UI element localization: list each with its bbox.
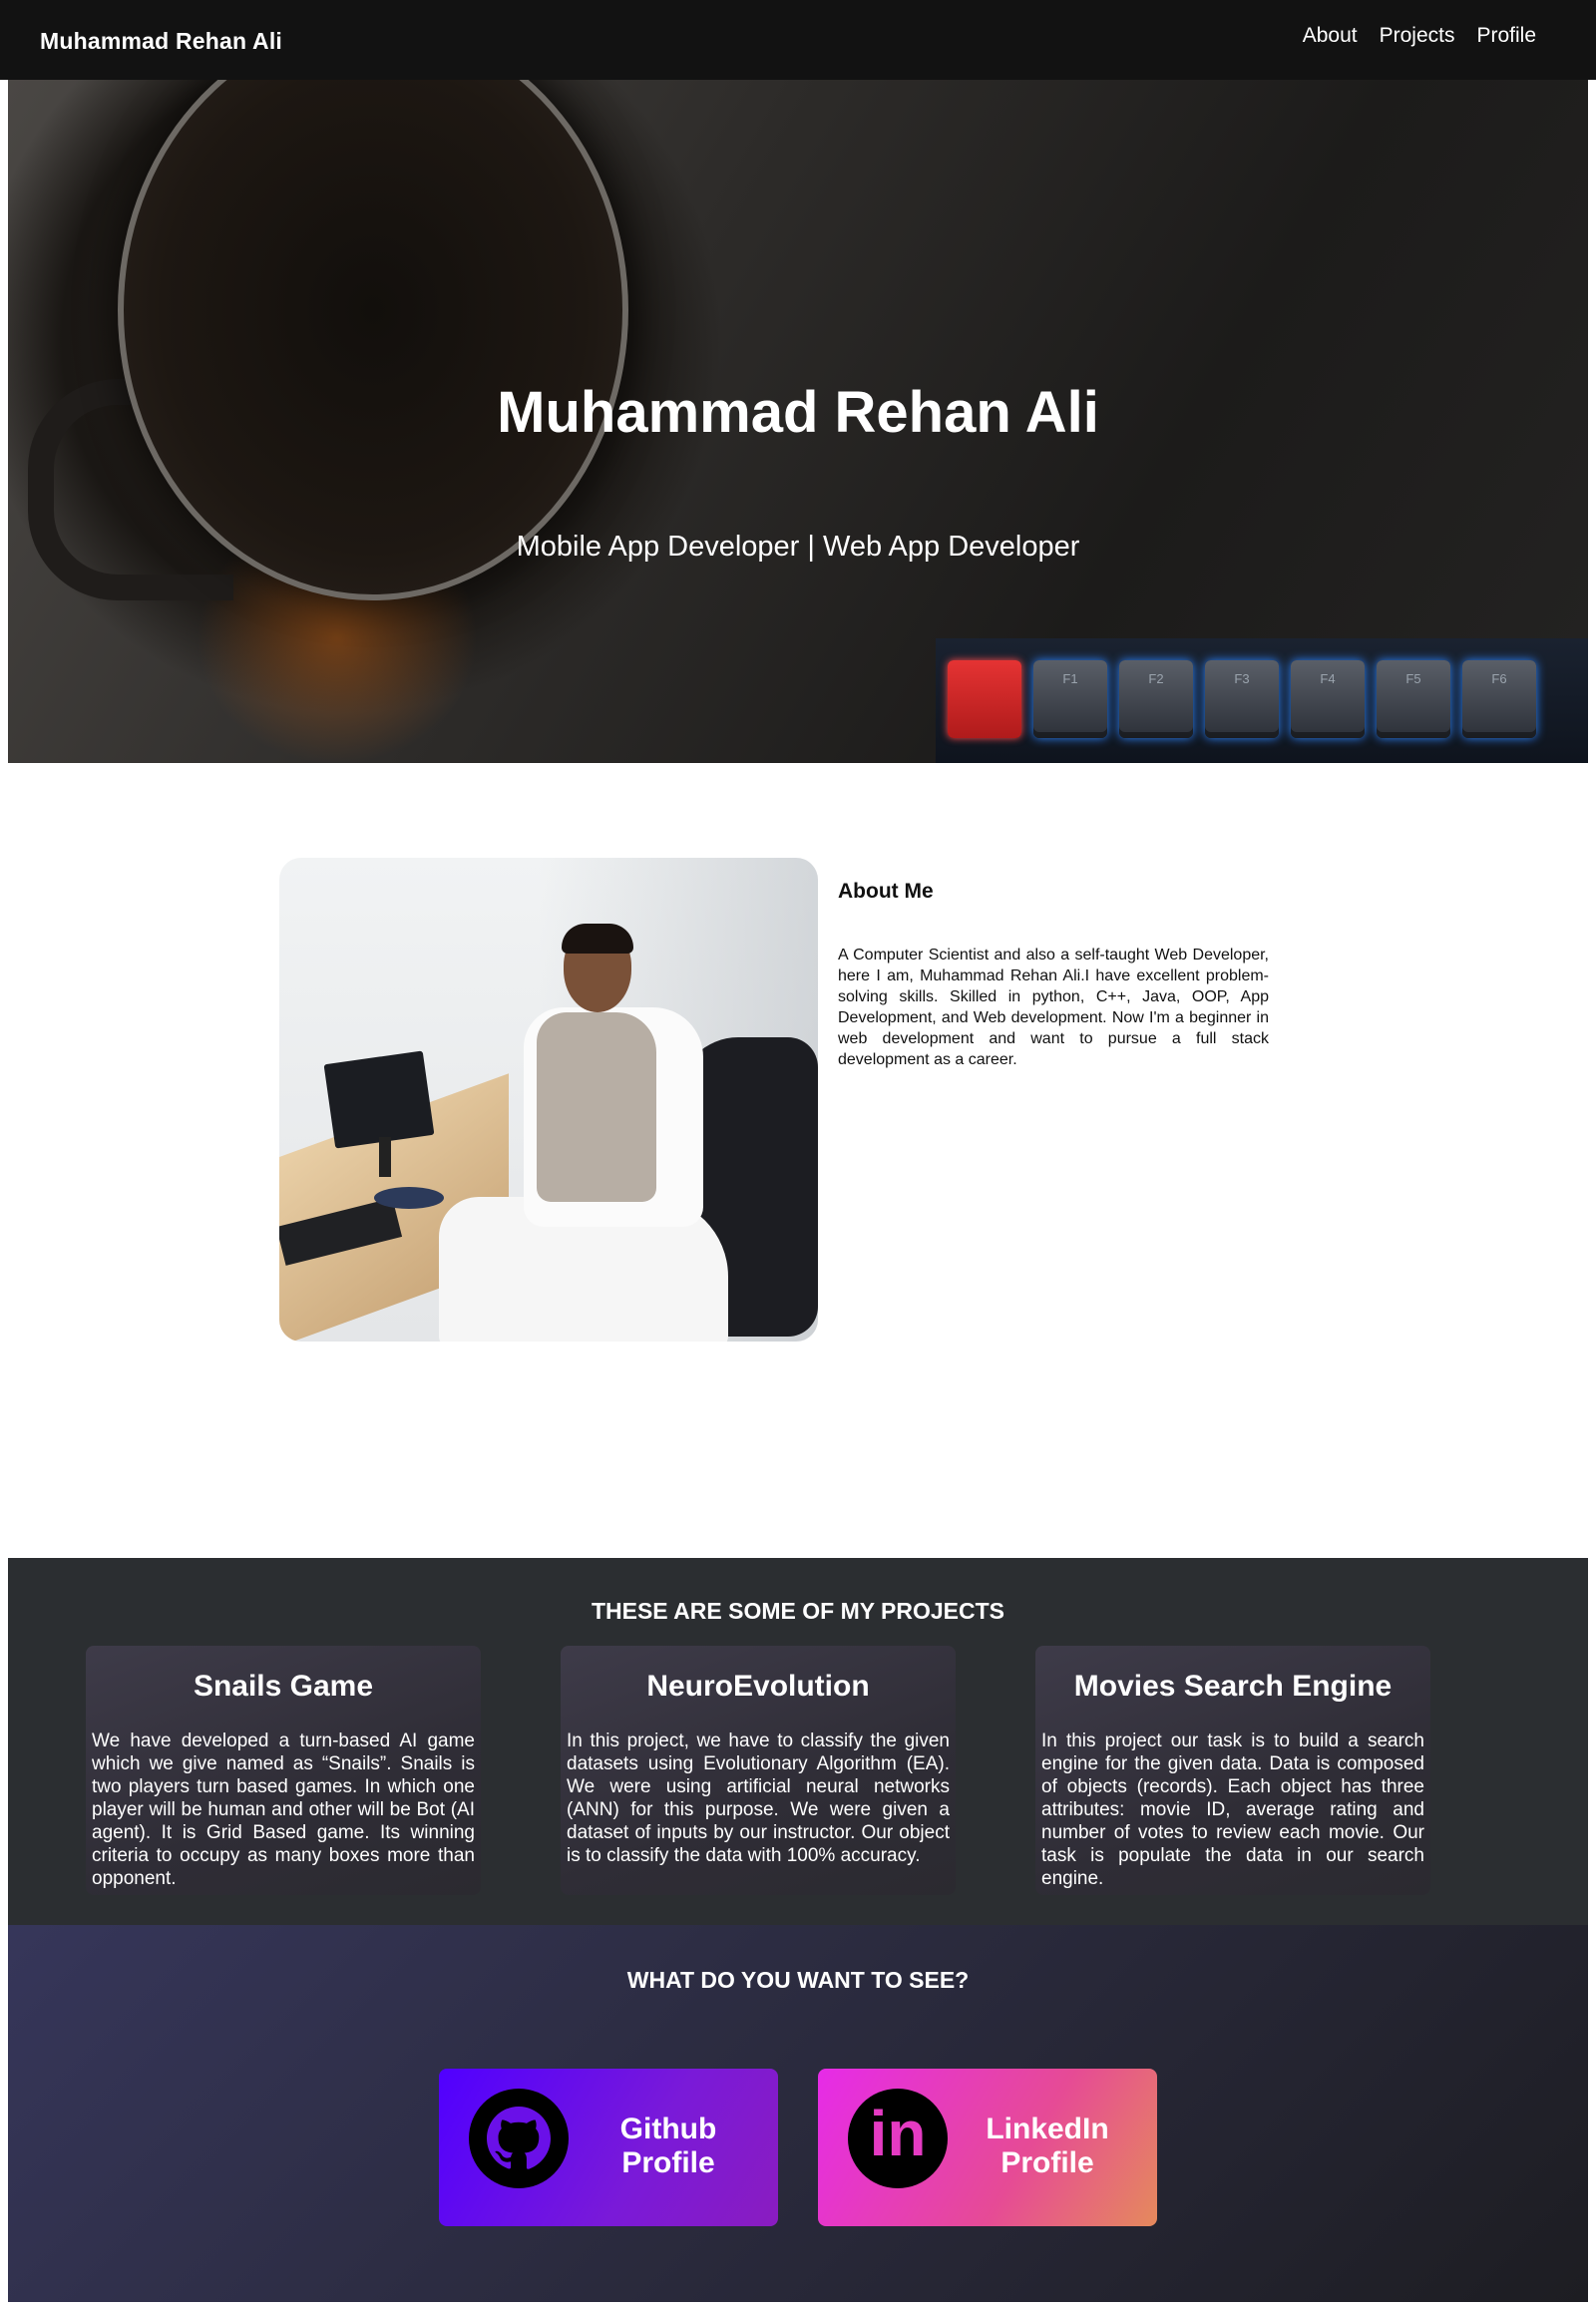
projects-section: THESE ARE SOME OF MY PROJECTS Snails Gam…: [8, 1558, 1588, 1925]
photo-monitor: [323, 1050, 435, 1149]
project-card: NeuroEvolution In this project, we have …: [561, 1646, 956, 1895]
github-button-label: Github Profile: [589, 2113, 748, 2180]
project-card-title: Movies Search Engine: [1073, 1670, 1393, 1703]
keyboard-key: F2: [1119, 660, 1193, 738]
profile-photo: [279, 858, 818, 1342]
keyboard-key: F6: [1462, 660, 1536, 738]
github-label-line2: Profile: [621, 2146, 715, 2179]
navbar: Muhammad Rehan Ali About Projects Profil…: [0, 0, 1596, 80]
photo-person-hair: [562, 924, 633, 954]
about-text: A Computer Scientist and also a self-tau…: [838, 947, 1269, 1068]
linkedin-profile-button[interactable]: in LinkedIn Profile: [818, 2069, 1157, 2226]
github-label-line1: Github: [619, 2113, 717, 2145]
nav-link-projects[interactable]: Projects: [1380, 24, 1455, 48]
keyboard-key: F3: [1205, 660, 1279, 738]
keyboard-key: F4: [1291, 660, 1365, 738]
project-card: Snails Game We have developed a turn-bas…: [86, 1646, 481, 1895]
hero-title: Muhammad Rehan Ali: [497, 380, 1099, 445]
github-icon: [469, 2089, 569, 2188]
linkedin-label-line1: LinkedIn: [986, 2113, 1109, 2145]
keyboard-key: F1: [1033, 660, 1107, 738]
profiles-heading: WHAT DO YOU WANT TO SEE?: [626, 1967, 970, 1993]
hero-subtitle: Mobile App Developer | Web App Developer: [516, 531, 1080, 563]
project-card-title: Snails Game: [193, 1670, 374, 1703]
profiles-section: WHAT DO YOU WANT TO SEE? Github Profile …: [8, 1925, 1588, 2302]
nav-link-about[interactable]: About: [1303, 24, 1358, 48]
linkedin-label-line2: Profile: [1000, 2146, 1094, 2179]
project-card-text: In this project, we have to classify the…: [567, 1731, 950, 1866]
photo-monitor-stand: [379, 1137, 391, 1177]
brand-name[interactable]: Muhammad Rehan Ali: [40, 28, 282, 55]
hero-banner: F1 F2 F3 F4 F5 F6 Muhammad Rehan Ali Mob…: [8, 80, 1588, 763]
keyboard-image: F1 F2 F3 F4 F5 F6: [936, 638, 1588, 763]
photo-mousepad: [374, 1187, 444, 1209]
github-profile-button[interactable]: Github Profile: [439, 2069, 778, 2226]
projects-heading: THESE ARE SOME OF MY PROJECTS: [591, 1598, 1005, 1624]
project-card-text: We have developed a turn-based AI game w…: [92, 1731, 475, 1889]
linkedin-icon: in: [848, 2089, 948, 2188]
nav-links: About Projects Profile: [1303, 24, 1536, 48]
project-card: Movies Search Engine In this project our…: [1035, 1646, 1430, 1895]
linkedin-button-label: LinkedIn Profile: [968, 2113, 1127, 2180]
keyboard-key: F5: [1377, 660, 1450, 738]
project-card-title: NeuroEvolution: [646, 1670, 870, 1703]
project-card-text: In this project our task is to build a s…: [1041, 1731, 1424, 1889]
about-title: About Me: [838, 880, 934, 903]
keyboard-key: [948, 660, 1021, 738]
nav-link-profile[interactable]: Profile: [1476, 24, 1536, 48]
photo-person-vest: [537, 1012, 656, 1202]
linkedin-icon-text: in: [869, 2098, 927, 2169]
